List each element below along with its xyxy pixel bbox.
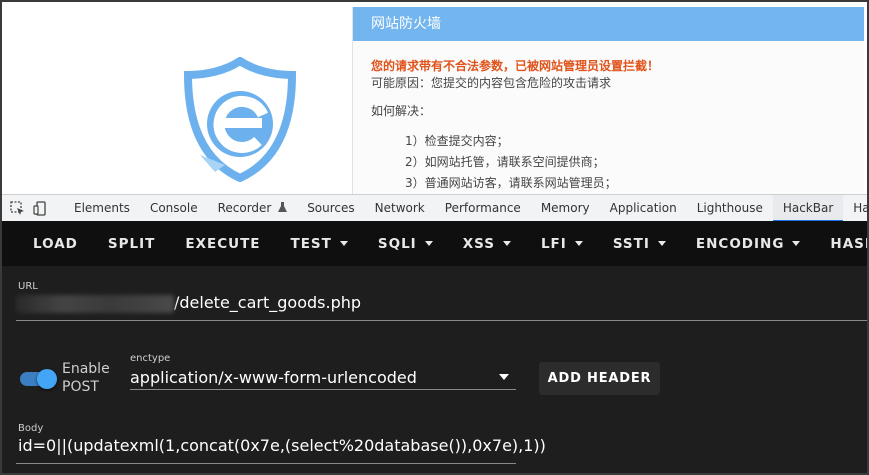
hackbar-panel: LOAD SPLIT EXECUTE TEST SQLI XSS LFI SST… — [2, 221, 867, 473]
inspect-element-icon[interactable] — [10, 199, 25, 217]
list-item: 1）检查提交内容； — [405, 134, 509, 148]
device-toggle-icon[interactable] — [33, 199, 48, 217]
devtools-tab-bar: Elements Console Recorder Sources Networ… — [2, 194, 869, 222]
body-input[interactable]: id=0||(updatexml(1,concat(0x7e,(select%2… — [18, 436, 546, 455]
list-item: 3）普通网站访客，请联系网站管理员； — [405, 176, 617, 190]
tab-sources[interactable]: Sources — [297, 195, 364, 222]
firewall-title: 网站防火墙 — [353, 7, 864, 41]
enable-post-toggle[interactable] — [20, 369, 57, 389]
tab-network[interactable]: Network — [365, 195, 435, 222]
firewall-how-to-solve: 如何解决： — [371, 104, 432, 118]
chevron-down-icon — [792, 241, 801, 246]
chevron-down-icon — [339, 241, 348, 246]
split-button[interactable]: SPLIT — [93, 221, 170, 266]
load-button[interactable]: LOAD — [2, 221, 93, 266]
url-path: /delete_cart_goods.php — [174, 293, 362, 312]
body-underline — [16, 463, 516, 464]
recorder-flask-icon — [278, 201, 288, 212]
chevron-down-icon — [424, 241, 433, 246]
url-underline — [16, 320, 867, 321]
sqli-menu[interactable]: SQLI — [363, 221, 448, 266]
enctype-label: enctype — [130, 353, 171, 364]
tab-hackbar[interactable]: HackBar — [843, 195, 869, 222]
toggle-knob — [37, 369, 57, 389]
url-label: URL — [18, 281, 38, 292]
web-page: 网站防火墙 您的请求带有不合法参数，已被网站管理员设置拦截！ 可能原因：您提交的… — [2, 2, 867, 194]
tab-lighthouse[interactable]: Lighthouse — [687, 195, 773, 222]
hackbar-toolbar: LOAD SPLIT EXECUTE TEST SQLI XSS LFI SST… — [2, 221, 867, 266]
url-input[interactable]: /delete_cart_goods.php — [16, 293, 361, 313]
chevron-down-icon — [657, 241, 666, 246]
redacted-host — [16, 294, 174, 313]
tab-console[interactable]: Console — [140, 195, 208, 222]
body-label: Body — [18, 423, 44, 434]
firewall-warning: 您的请求带有不合法参数，已被网站管理员设置拦截！ — [371, 59, 660, 73]
chevron-down-icon — [502, 241, 511, 246]
enable-post-label: Enable POST — [62, 361, 110, 395]
tab-hackbar-active[interactable]: HackBar — [772, 194, 844, 222]
add-header-button[interactable]: ADD HEADER — [539, 362, 660, 395]
tab-recorder-label: Recorder — [217, 200, 272, 215]
firewall-block-panel: 网站防火墙 您的请求带有不合法参数，已被网站管理员设置拦截！ 可能原因：您提交的… — [352, 7, 864, 194]
tab-performance[interactable]: Performance — [435, 195, 531, 222]
enctype-select[interactable]: application/x-www-form-urlencoded — [130, 368, 417, 387]
tab-elements[interactable]: Elements — [64, 195, 140, 222]
xss-menu[interactable]: XSS — [448, 221, 526, 266]
lfi-menu[interactable]: LFI — [526, 221, 598, 266]
tab-memory[interactable]: Memory — [531, 195, 600, 222]
test-menu[interactable]: TEST — [276, 221, 363, 266]
execute-button[interactable]: EXECUTE — [170, 221, 275, 266]
tab-recorder[interactable]: Recorder — [208, 195, 298, 222]
tab-application[interactable]: Application — [600, 195, 687, 222]
firewall-reason: 可能原因：您提交的内容包含危险的攻击请求 — [371, 76, 612, 90]
enctype-underline — [130, 389, 516, 390]
encoding-menu[interactable]: ENCODING — [681, 221, 816, 266]
chevron-down-icon[interactable] — [499, 374, 509, 380]
shield-e-logo — [183, 57, 297, 182]
chevron-down-icon — [574, 241, 583, 246]
hashing-menu[interactable]: HASHING — [815, 221, 867, 266]
ssti-menu[interactable]: SSTI — [598, 221, 681, 266]
firewall-steps: 1）检查提交内容； 2）如网站托管，请联系空间提供商； 3）普通网站访客，请联系… — [405, 131, 864, 194]
list-item: 2）如网站托管，请联系空间提供商； — [405, 155, 605, 169]
